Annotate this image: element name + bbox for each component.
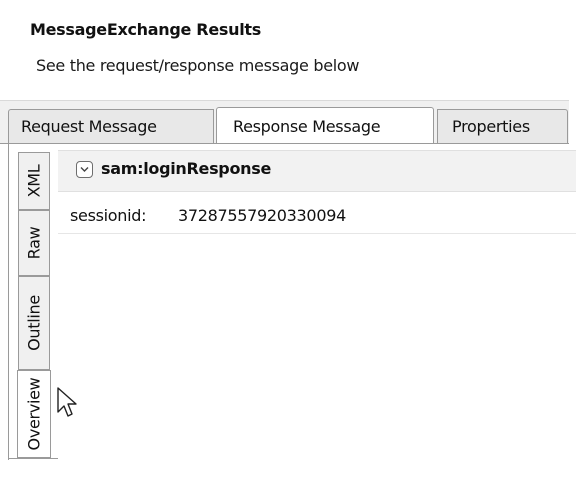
tab-response-message[interactable]: Response Message	[216, 107, 434, 145]
tab-label: Request Message	[21, 117, 157, 136]
view-tab-label: XML	[24, 164, 44, 198]
tab-properties[interactable]: Properties	[437, 109, 568, 145]
view-tab-label: Outline	[24, 295, 44, 351]
field-value-sessionid[interactable]: 37287557920330094	[178, 206, 346, 225]
response-panel	[0, 144, 576, 482]
collapse-icon[interactable]	[76, 161, 93, 178]
tab-strip-edge	[569, 100, 576, 144]
mouse-pointer-icon	[57, 387, 77, 417]
page-subtitle: See the request/response message below	[36, 56, 360, 75]
message-tab-strip: Request Message Response Message Propert…	[0, 100, 576, 145]
page-title: MessageExchange Results	[30, 20, 261, 39]
view-tab-xml[interactable]: XML	[18, 152, 50, 210]
view-tab-overview[interactable]: Overview	[17, 370, 51, 458]
chevron-down-icon	[80, 167, 89, 172]
view-tab-raw[interactable]: Raw	[18, 210, 50, 276]
view-tab-divider	[8, 458, 58, 459]
tree-node-label: sam:loginResponse	[101, 159, 272, 178]
tab-label: Properties	[452, 117, 530, 136]
view-tab-outline[interactable]: Outline	[18, 276, 50, 370]
view-tab-label: Raw	[24, 226, 44, 260]
tab-label: Response Message	[233, 117, 381, 136]
field-label-sessionid: sessionid:	[70, 206, 147, 225]
view-tab-label: Overview	[24, 377, 44, 451]
results-header: MessageExchange Results See the request/…	[0, 0, 576, 100]
tab-request-message[interactable]: Request Message	[8, 109, 214, 145]
